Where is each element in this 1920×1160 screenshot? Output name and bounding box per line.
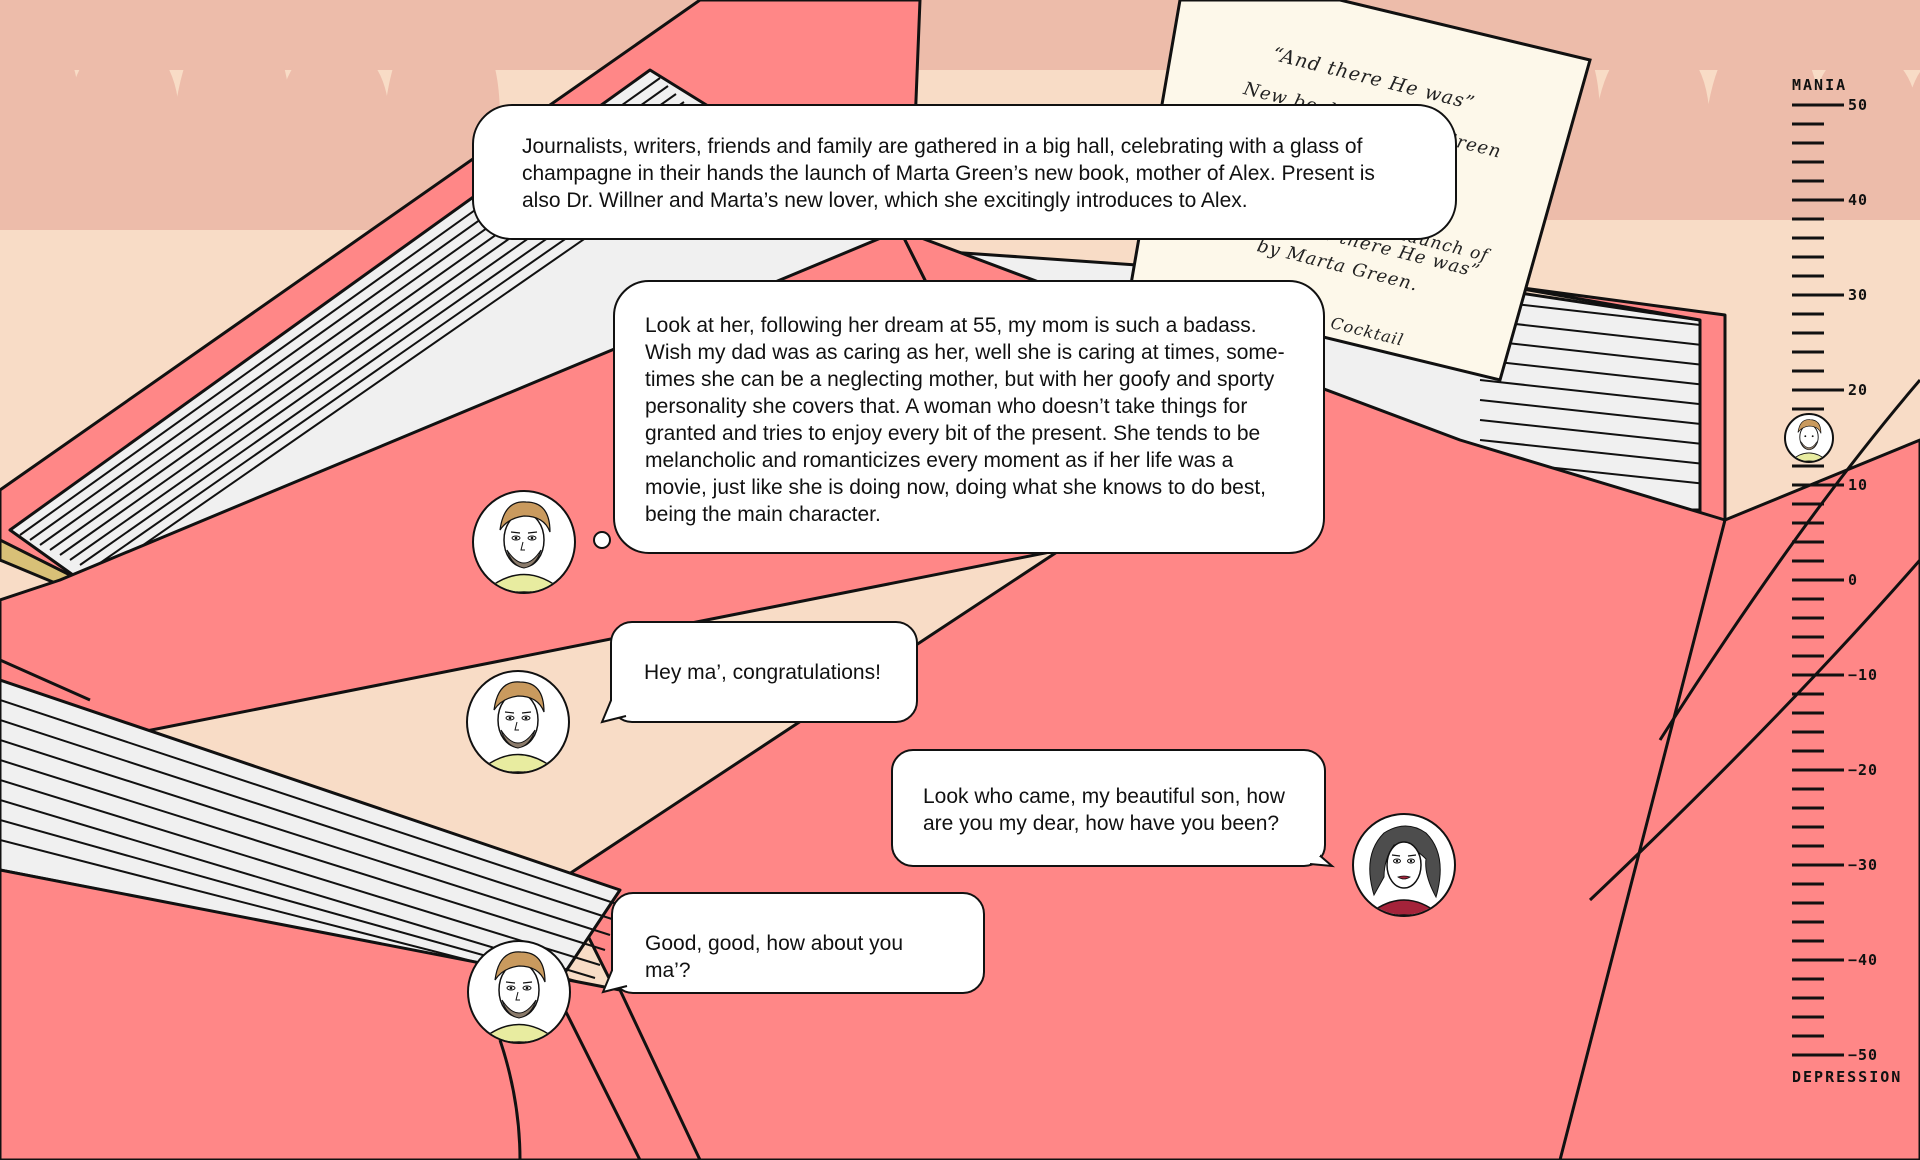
- marta-avatar: [1352, 813, 1456, 917]
- alex-speech-bubble-1: Hey ma’, congratulations!: [610, 621, 918, 723]
- alex-avatar-1: [466, 670, 570, 774]
- thought-bubble: Look at her, following her dream at 55, …: [613, 280, 1325, 554]
- meter-marker-avatar: [1784, 412, 1834, 463]
- meter-tick-label: 30: [1848, 286, 1869, 304]
- alex-speech-bubble-2: Good, good, how about you ma’?: [611, 892, 985, 994]
- alex-line-1: Hey ma’, congratulations!: [644, 661, 881, 684]
- speech-tail-1: [600, 696, 628, 724]
- thought-tail-dot: [593, 531, 611, 549]
- speech-tail-2: [1300, 840, 1336, 868]
- mood-meter: MANIA DEPRESSION 50 40 30 20 10 0 −10 −20 −30 −40…: [1780, 70, 1920, 1100]
- narration-text: Journalists, writers, friends and family…: [522, 135, 1375, 212]
- meter-tick-label: −10: [1848, 666, 1879, 684]
- marta-face-icon: [1366, 825, 1442, 915]
- meter-tick-label: −50: [1848, 1046, 1879, 1064]
- meter-tick-label: 10: [1848, 476, 1869, 494]
- alex-face-icon: [477, 951, 561, 1042]
- alex-face-icon: [476, 681, 560, 772]
- meter-tick-label: −40: [1848, 951, 1879, 969]
- alex-line-2: Good, good, how about you ma’?: [645, 932, 904, 982]
- alex-avatar-thought: [472, 490, 576, 594]
- marta-line: Look who came, my beautiful son, how are…: [923, 785, 1285, 835]
- alex-avatar-2: [467, 940, 571, 1044]
- narration-box: Journalists, writers, friends and family…: [472, 104, 1457, 240]
- meter-tick-label: 40: [1848, 191, 1869, 209]
- alex-face-icon: [482, 501, 566, 592]
- meter-tick-label: −20: [1848, 761, 1879, 779]
- meter-tick-label: 20: [1848, 381, 1869, 399]
- meter-tick-label: 0: [1848, 571, 1859, 589]
- meter-tick-label: −30: [1848, 856, 1879, 874]
- marta-speech-bubble: Look who came, my beautiful son, how are…: [891, 749, 1326, 867]
- meter-tick-label: 50: [1848, 96, 1869, 114]
- thought-text: Look at her, following her dream at 55, …: [645, 314, 1285, 526]
- speech-tail-3: [601, 966, 629, 994]
- alex-face-icon: [1789, 418, 1829, 461]
